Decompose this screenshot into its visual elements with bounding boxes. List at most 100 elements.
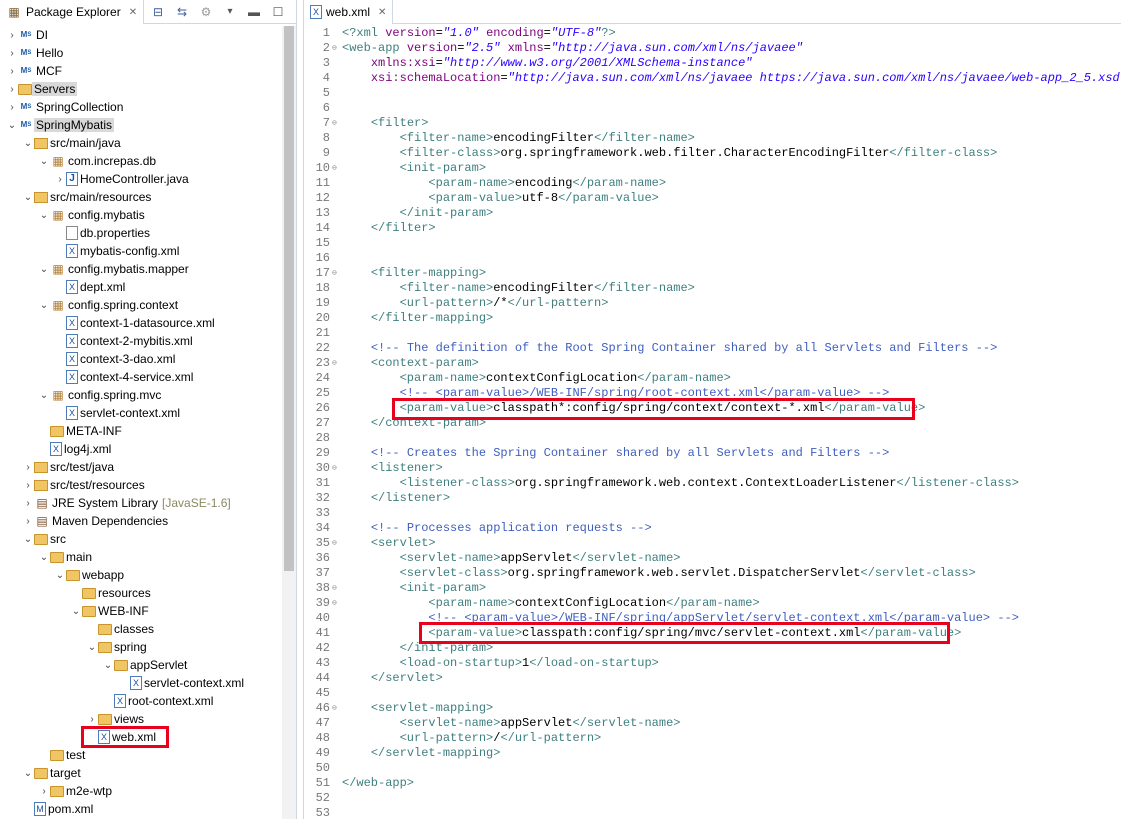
fold-toggle-icon[interactable]: ⊖ — [332, 461, 337, 476]
chevron-down-icon[interactable]: ⌄ — [38, 264, 50, 275]
tree-item[interactable]: ⌄ M S SpringMybatis — [0, 116, 115, 134]
tree-item[interactable]: › src/test/resources — [0, 476, 147, 494]
chevron-right-icon[interactable]: › — [22, 480, 34, 491]
fold-toggle-icon[interactable]: ⊖ — [332, 41, 337, 56]
tree-item[interactable]: Xroot-context.xml — [0, 692, 215, 710]
tree-item[interactable]: ⌄ spring — [0, 638, 149, 656]
tree-item[interactable]: › ▤ JRE System Library [JavaSE-1.6] — [0, 494, 230, 512]
chevron-right-icon[interactable]: › — [22, 498, 34, 509]
tree-item[interactable]: classes — [0, 620, 156, 638]
tree-item[interactable]: Xdept.xml — [0, 278, 127, 296]
tree-item[interactable]: ⌄ webapp — [0, 566, 126, 584]
fold-toggle-icon[interactable]: ⊖ — [332, 356, 337, 371]
chevron-down-icon[interactable]: ⌄ — [38, 552, 50, 563]
chevron-right-icon[interactable]: › — [86, 714, 98, 725]
chevron-down-icon[interactable]: ⌄ — [38, 300, 50, 311]
tree-item[interactable]: Xlog4j.xml — [0, 440, 113, 458]
tree-item[interactable]: ⌄ src/main/resources — [0, 188, 153, 206]
line-number: 30 — [315, 461, 330, 475]
tree-scrollbar-thumb[interactable] — [284, 26, 294, 571]
xml-file-icon: X — [66, 244, 78, 258]
chevron-right-icon[interactable]: › — [6, 66, 18, 77]
tree-item[interactable]: ⌄ ▦ config.spring.mvc — [0, 386, 163, 404]
tree-item[interactable]: Xmybatis-config.xml — [0, 242, 181, 260]
tree-item[interactable]: › Servers — [0, 80, 78, 98]
folder-icon — [82, 587, 96, 599]
fold-toggle-icon[interactable]: ⊖ — [332, 116, 337, 131]
tree-item[interactable]: Xcontext-2-mybitis.xml — [0, 332, 195, 350]
tree-item[interactable]: Xcontext-1-datasource.xml — [0, 314, 217, 332]
chevron-down-icon[interactable]: ⌄ — [22, 534, 34, 545]
chevron-right-icon[interactable]: › — [6, 30, 18, 41]
chevron-down-icon[interactable]: ⌄ — [54, 570, 66, 581]
tree-item[interactable]: Xweb.xml — [0, 726, 169, 748]
tree-item[interactable]: ⌄ WEB-INF — [0, 602, 151, 620]
tree-item[interactable]: › M S Hello — [0, 44, 65, 62]
tree-item[interactable]: Xcontext-4-service.xml — [0, 368, 195, 386]
tree-item[interactable]: Mpom.xml — [0, 800, 95, 818]
chevron-down-icon[interactable]: ⌄ — [22, 138, 34, 149]
chevron-right-icon[interactable]: › — [54, 174, 66, 185]
chevron-down-icon[interactable]: ⌄ — [70, 606, 82, 617]
tree-item[interactable]: Xservlet-context.xml — [0, 404, 182, 422]
line-number: 29 — [315, 446, 330, 460]
chevron-down-icon[interactable]: ⌄ — [22, 192, 34, 203]
chevron-down-icon[interactable]: ⌄ — [38, 210, 50, 221]
chevron-down-icon[interactable]: ⌄ — [38, 390, 50, 401]
editor-tab-web-xml[interactable]: X web.xml ✕ — [304, 0, 394, 24]
tree-item[interactable]: › M S MCF — [0, 62, 64, 80]
fold-toggle-icon[interactable]: ⊖ — [332, 161, 337, 176]
maximize-icon[interactable]: ☐ — [270, 4, 286, 20]
tree-item[interactable]: Xcontext-3-dao.xml — [0, 350, 177, 368]
chevron-right-icon[interactable]: › — [22, 516, 34, 527]
tree-item[interactable]: › ▤ Maven Dependencies — [0, 512, 170, 530]
tree-item[interactable]: ⌄ ▦ config.spring.context — [0, 296, 180, 314]
xml-file-icon: X — [130, 676, 142, 690]
code-text: </servlet> — [370, 671, 443, 685]
fold-toggle-icon[interactable]: ⊖ — [332, 701, 337, 716]
view-menu-icon[interactable]: ⚙ — [198, 4, 214, 20]
tree-item[interactable]: ⌄ src/main/java — [0, 134, 123, 152]
minimize-icon[interactable]: ▬ — [246, 4, 262, 20]
fold-toggle-icon[interactable]: ⊖ — [332, 596, 337, 611]
tree-item[interactable]: ⌄ ▦ config.mybatis.mapper — [0, 260, 191, 278]
tree-item-label: test — [66, 748, 86, 762]
chevron-down-icon[interactable]: ⌄ — [102, 660, 114, 671]
tree-item[interactable]: › M S DI — [0, 26, 50, 44]
tree-item[interactable]: ⌄ target — [0, 764, 83, 782]
chevron-right-icon[interactable]: › — [22, 462, 34, 473]
chevron-down-icon[interactable]: ⌄ — [86, 642, 98, 653]
close-icon[interactable]: ✕ — [378, 7, 386, 18]
tree-item[interactable]: › M S SpringCollection — [0, 98, 125, 116]
tree-item[interactable]: test — [0, 746, 87, 764]
chevron-right-icon[interactable]: › — [38, 786, 50, 797]
chevron-right-icon[interactable]: › — [6, 84, 18, 95]
tree-item[interactable]: META-INF — [0, 422, 124, 440]
chevron-right-icon[interactable]: › — [6, 48, 18, 59]
fold-toggle-icon[interactable]: ⊖ — [332, 266, 337, 281]
tree-item[interactable]: › J HomeController.java — [0, 170, 191, 188]
fold-toggle-icon[interactable]: ⊖ — [332, 581, 337, 596]
tree-item[interactable]: ⌄ src — [0, 530, 68, 548]
tree-item[interactable]: ⌄ appServlet — [0, 656, 189, 674]
tree-scrollbar[interactable] — [282, 26, 296, 819]
chevron-right-icon[interactable]: › — [6, 102, 18, 113]
tree-item[interactable]: ⌄ ▦ com.increpas.db — [0, 152, 158, 170]
fold-toggle-icon[interactable]: ⊖ — [332, 536, 337, 551]
menu-chevron-icon[interactable]: ▾ — [222, 4, 238, 20]
tree-item[interactable]: ⌄ ▦ config.mybatis — [0, 206, 147, 224]
close-icon[interactable]: ✕ — [129, 7, 137, 18]
package-explorer-tab[interactable]: ▦ Package Explorer ✕ — [0, 0, 145, 24]
chevron-down-icon[interactable]: ⌄ — [38, 156, 50, 167]
tree-item[interactable]: db.properties — [0, 224, 152, 242]
chevron-down-icon[interactable]: ⌄ — [6, 120, 18, 131]
tree-item-label: servlet-context.xml — [144, 676, 245, 690]
tree-item[interactable]: ⌄ main — [0, 548, 94, 566]
tree-item[interactable]: resources — [0, 584, 153, 602]
collapse-all-icon[interactable]: ⊟ — [150, 4, 166, 20]
tree-item[interactable]: › src/test/java — [0, 458, 116, 476]
tree-item[interactable]: › m2e-wtp — [0, 782, 114, 800]
chevron-down-icon[interactable]: ⌄ — [22, 768, 34, 779]
link-with-editor-icon[interactable]: ⇆ — [174, 4, 190, 20]
tree-item[interactable]: Xservlet-context.xml — [0, 674, 246, 692]
